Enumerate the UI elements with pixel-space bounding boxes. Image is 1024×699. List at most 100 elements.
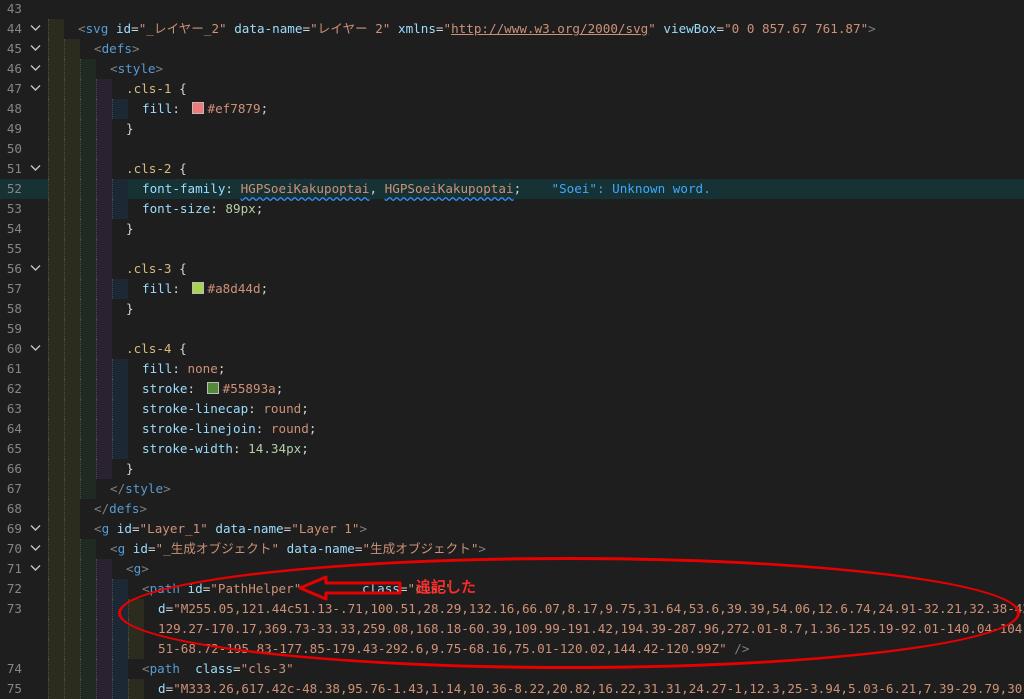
fold-chevron-icon[interactable] <box>30 79 42 99</box>
line-number: 52 <box>6 181 22 196</box>
code-text: </defs> <box>94 499 147 519</box>
code-line[interactable]: 64 stroke-linejoin: round; <box>0 419 1024 439</box>
code-token: : <box>172 361 188 376</box>
line-number: 75 <box>6 681 22 696</box>
code-text: } <box>126 459 134 479</box>
code-text: <svg id="_レイヤー_2" data-name="レイヤー 2" xml… <box>78 19 876 39</box>
code-line[interactable]: 49} <box>0 119 1024 139</box>
fold-chevron-icon[interactable] <box>30 519 42 539</box>
code-line[interactable]: 53 font-size: 89px; <box>0 199 1024 219</box>
fold-chevron-icon[interactable] <box>30 19 42 39</box>
code-token: class <box>361 581 400 596</box>
code-token: > <box>868 21 876 36</box>
code-line[interactable]: 68 </defs> <box>0 499 1024 519</box>
code-line[interactable]: 54} <box>0 219 1024 239</box>
code-token: ; <box>513 181 552 196</box>
line-number: 49 <box>6 121 22 136</box>
code-text: </style> <box>110 479 171 499</box>
code-token: id <box>115 21 132 36</box>
code-line[interactable]: 74 <path class="cls-3" <box>0 659 1024 679</box>
code-editor[interactable]: 43 44 <svg id="_レイヤー_2" data-name="レイヤー 2"… <box>0 0 1024 699</box>
code-token: } <box>126 121 134 136</box>
fold-chevron-icon[interactable] <box>30 159 42 179</box>
code-line[interactable]: 43 <box>0 0 1024 19</box>
color-swatch-icon[interactable] <box>191 102 204 114</box>
code-text: <path class="cls-3" <box>142 659 294 679</box>
code-line[interactable]: 62 stroke: #55893a; <box>0 379 1024 399</box>
code-line[interactable]: 70 <g id="_生成オブジェクト" data-name="生成オブジェクト"… <box>0 539 1024 559</box>
code-line[interactable]: 65 stroke-width: 14.34px; <box>0 439 1024 459</box>
code-line[interactable]: 129.27-170.17,369.73-33.33,259.08,168.18… <box>0 619 1024 639</box>
code-line[interactable]: 73 d="M255.05,121.44c51.13-.71,100.51,28.… <box>0 599 1024 619</box>
line-number: 55 <box>6 241 22 256</box>
code-line[interactable]: 52 font-family: HGPSoeiKakupoptai, HGPSoe… <box>0 179 1024 199</box>
code-token: < <box>78 21 86 36</box>
code-line[interactable]: 67 </style> <box>0 479 1024 499</box>
code-token: = <box>131 521 140 536</box>
code-token: { <box>171 261 187 276</box>
code-token: data-name <box>215 521 284 536</box>
code-text: <path id="PathHelper" class="cls-" <box>142 579 453 599</box>
code-line[interactable]: 63 stroke-linecap: round; <box>0 399 1024 419</box>
code-token: } <box>126 461 134 476</box>
fold-chevron-icon[interactable] <box>30 59 42 79</box>
code-token: /> <box>734 641 750 656</box>
code-token: ; <box>275 381 284 396</box>
code-token: fill <box>142 361 173 376</box>
code-line[interactable]: 69 <g id="Layer_1" data-name="Layer 1"> <box>0 519 1024 539</box>
code-token: ; <box>217 361 226 376</box>
code-token: > <box>359 521 368 536</box>
code-token: ; <box>255 201 264 216</box>
code-line[interactable]: 51 .cls-2 { <box>0 159 1024 179</box>
code-line[interactable]: 61 fill: none; <box>0 359 1024 379</box>
color-swatch-icon[interactable] <box>206 382 219 394</box>
code-line[interactable]: 75 d="M333.26,617.42c-48.38,95.76-1.43,1.… <box>0 679 1024 699</box>
code-token: round <box>270 421 309 436</box>
code-line[interactable]: 56 .cls-3 { <box>0 259 1024 279</box>
fold-chevron-icon[interactable] <box>30 539 42 559</box>
code-line[interactable]: 51-68.72-195.83-177.85-179.43-292.6,9.75… <box>0 639 1024 659</box>
fold-chevron-icon[interactable] <box>30 559 42 579</box>
color-swatch-icon[interactable] <box>191 282 204 294</box>
code-token: HGPSoeiKakupoptai <box>384 181 514 196</box>
line-number: 51 <box>6 161 22 176</box>
code-line[interactable]: 55 <box>0 239 1024 259</box>
line-number: 66 <box>6 461 22 476</box>
code-token: "_レイヤー_2" <box>138 21 227 36</box>
code-line[interactable]: 59 <box>0 319 1024 339</box>
code-token: } <box>126 301 134 316</box>
code-text: font-family: HGPSoeiKakupoptai, HGPSoeiK… <box>142 179 711 199</box>
code-token: { <box>171 81 187 96</box>
code-token: #ef7879 <box>207 101 261 116</box>
code-token: "_生成オブジェクト" <box>155 541 280 556</box>
code-line[interactable]: 45 <defs> <box>0 39 1024 59</box>
code-text: 51-68.72-195.83-177.85-179.43-292.6,9.75… <box>158 639 749 659</box>
code-token: > <box>139 501 148 516</box>
code-line[interactable]: 71 <g> <box>0 559 1024 579</box>
code-line[interactable]: 47 .cls-1 { <box>0 79 1024 99</box>
code-line[interactable]: 60 .cls-4 { <box>0 339 1024 359</box>
code-line[interactable]: 58} <box>0 299 1024 319</box>
code-text: stroke-linecap: round; <box>142 399 309 419</box>
code-token: id <box>116 521 132 536</box>
code-line[interactable]: 66} <box>0 459 1024 479</box>
fold-chevron-icon[interactable] <box>30 259 42 279</box>
line-number: 61 <box>6 361 22 376</box>
code-line[interactable]: 72 <path id="PathHelper" class="cls-" <box>0 579 1024 599</box>
code-line[interactable]: 44 <svg id="_レイヤー_2" data-name="レイヤー 2" x… <box>0 19 1024 39</box>
code-text: <g id="_生成オブジェクト" data-name="生成オブジェクト"> <box>110 539 486 559</box>
code-line[interactable]: 46 <style> <box>0 59 1024 79</box>
code-line[interactable]: 48 fill: #ef7879; <box>0 99 1024 119</box>
code-line[interactable]: 57 fill: #a8d44d; <box>0 279 1024 299</box>
code-token: } <box>126 221 134 236</box>
code-text: fill: #a8d44d; <box>142 279 268 299</box>
code-line[interactable]: 50 <box>0 139 1024 159</box>
code-text: .cls-3 { <box>126 259 187 279</box>
fold-chevron-icon[interactable] <box>30 339 42 359</box>
line-number: 60 <box>6 341 22 356</box>
fold-chevron-icon[interactable] <box>30 39 42 59</box>
line-number: 47 <box>6 81 22 96</box>
code-token: .cls-2 <box>126 161 172 176</box>
